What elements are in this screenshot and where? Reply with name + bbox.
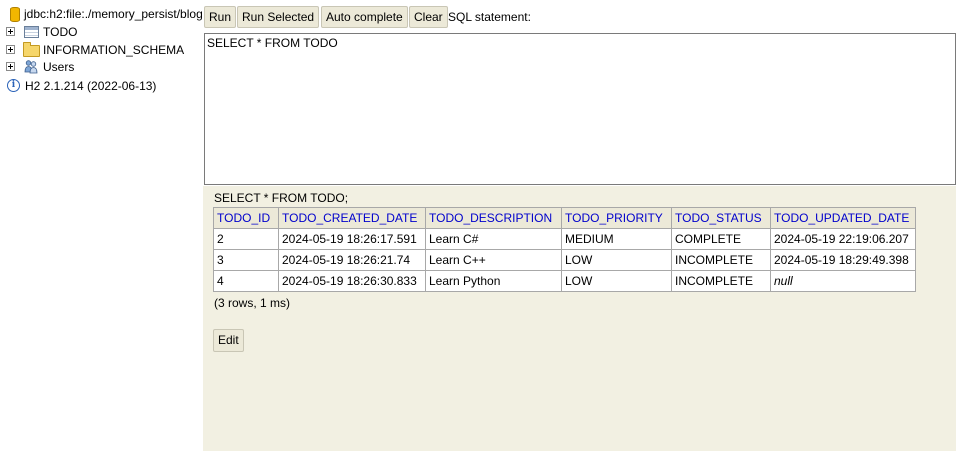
result-table: TODO_ID TODO_CREATED_DATE TODO_DESCRIPTI… [213, 207, 916, 292]
run-selected-button[interactable]: Run Selected [237, 6, 320, 28]
column-header[interactable]: TODO_DESCRIPTION [425, 207, 562, 229]
table-cell: 2024-05-19 18:26:21.74 [278, 249, 426, 271]
expand-icon[interactable] [6, 45, 15, 54]
auto-complete-button[interactable]: Auto complete [321, 6, 408, 28]
version-label: H2 2.1.214 (2022-06-13) [25, 79, 157, 93]
schema-tree: jdbc:h2:file:./memory_persist/blog TODO … [0, 0, 203, 451]
table-cell: 2024-05-19 18:26:17.591 [278, 228, 426, 250]
table-cell: 4 [213, 270, 279, 292]
folder-icon [23, 42, 40, 57]
column-header[interactable]: TODO_STATUS [671, 207, 771, 229]
table-cell: Learn C# [425, 228, 562, 250]
sql-statement-label: SQL statement: [448, 10, 531, 24]
table-icon [24, 26, 39, 38]
column-header[interactable]: TODO_CREATED_DATE [278, 207, 426, 229]
table-row: 4 2024-05-19 18:26:30.833 Learn Python L… [213, 270, 916, 292]
expand-icon[interactable] [6, 62, 15, 71]
table-cell: 2024-05-19 18:29:49.398 [770, 249, 916, 271]
database-icon [10, 7, 20, 22]
users-icon [24, 60, 38, 74]
table-cell: INCOMPLETE [671, 249, 771, 271]
sql-editor-text: SELECT * FROM TODO [207, 36, 338, 50]
result-pane: SELECT * FROM TODO; TODO_ID TODO_CREATED… [203, 186, 956, 451]
column-header[interactable]: TODO_UPDATED_DATE [770, 207, 916, 229]
table-cell: MEDIUM [561, 228, 672, 250]
table-cell: 3 [213, 249, 279, 271]
table-cell-null: null [770, 270, 916, 292]
sql-editor[interactable]: SELECT * FROM TODO [204, 33, 956, 185]
edit-button[interactable]: Edit [213, 329, 244, 352]
connection-url: jdbc:h2:file:./memory_persist/blog [24, 7, 203, 21]
table-row: 3 2024-05-19 18:26:21.74 Learn C++ LOW I… [213, 249, 916, 271]
column-header[interactable]: TODO_PRIORITY [561, 207, 672, 229]
h2-console: jdbc:h2:file:./memory_persist/blog TODO … [0, 0, 956, 451]
sql-toolbar: Run Run Selected Auto complete Clear SQL… [203, 0, 956, 33]
table-cell: Learn C++ [425, 249, 562, 271]
tree-item-label: INFORMATION_SCHEMA [43, 43, 185, 57]
table-row: 2 2024-05-19 18:26:17.591 Learn C# MEDIU… [213, 228, 916, 250]
table-cell: 2024-05-19 22:19:06.207 [770, 228, 916, 250]
table-cell: LOW [561, 249, 672, 271]
table-cell: LOW [561, 270, 672, 292]
result-header-row: TODO_ID TODO_CREATED_DATE TODO_DESCRIPTI… [213, 207, 916, 229]
executed-statement: SELECT * FROM TODO; [214, 191, 349, 205]
tree-item-label: Users [43, 60, 75, 74]
row-count: (3 rows, 1 ms) [214, 296, 291, 310]
expand-icon[interactable] [6, 27, 15, 36]
table-cell: INCOMPLETE [671, 270, 771, 292]
clear-button[interactable]: Clear [409, 6, 448, 28]
table-cell: 2024-05-19 18:26:30.833 [278, 270, 426, 292]
column-header[interactable]: TODO_ID [213, 207, 279, 229]
info-icon: i [7, 79, 20, 92]
run-button[interactable]: Run [204, 6, 237, 28]
table-cell: COMPLETE [671, 228, 771, 250]
table-cell: Learn Python [425, 270, 562, 292]
tree-item-label: TODO [43, 25, 78, 39]
table-cell: 2 [213, 228, 279, 250]
